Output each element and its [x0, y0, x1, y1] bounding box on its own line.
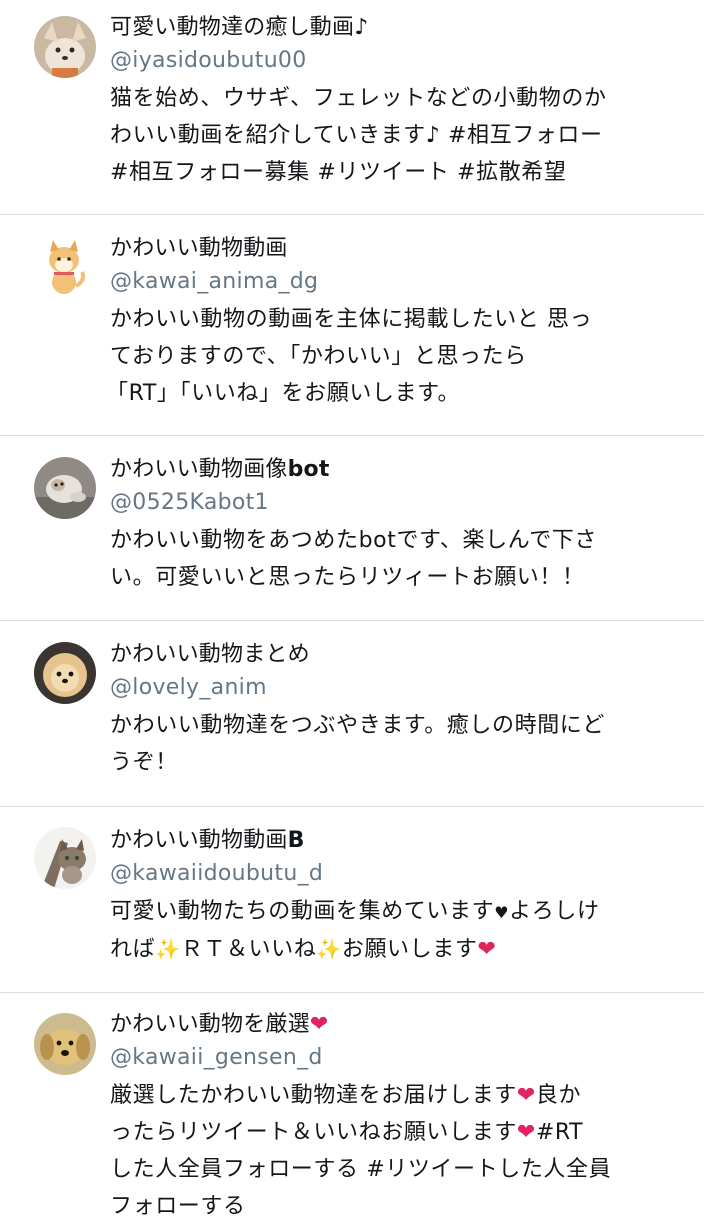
account-name[interactable]: かわいい動物を厳選❤	[110, 1011, 684, 1039]
heart-icon: ❤	[477, 937, 497, 962]
tabby-kitten-avatar[interactable]	[34, 827, 96, 889]
kitten-avatar[interactable]	[34, 457, 96, 519]
account-name[interactable]: かわいい動物画像bot	[110, 456, 684, 484]
golden-retriever-puppy-avatar[interactable]	[34, 1013, 96, 1075]
account-row[interactable]: かわいい動物まとめ @lovely_anim かわいい動物達をつぶやきます。癒し…	[0, 621, 704, 807]
account-handle[interactable]: @kawaii_gensen_d	[110, 1043, 684, 1073]
account-bio: かわいい動物達をつぶやきます。癒しの時間にど うぞ！	[110, 713, 606, 775]
fennec-fox-avatar[interactable]	[34, 16, 96, 78]
account-bio: 厳選したかわいい動物達をお届けします❤良か ったらリツイート＆いいねお願いします…	[110, 1083, 612, 1219]
heart-icon: ❤	[516, 1120, 536, 1145]
account-row[interactable]: かわいい動物動画 @kawai_anima_dg かわいい動物の動画を主体に掲載…	[0, 215, 704, 436]
account-name[interactable]: 可愛い動物達の癒し動画♪	[110, 14, 684, 42]
account-handle[interactable]: @lovely_anim	[110, 673, 684, 703]
account-handle[interactable]: @0525Kabot1	[110, 488, 684, 518]
heart-icon: ❤	[516, 1083, 536, 1108]
sparkles-icon: ✨	[155, 937, 181, 961]
sparkles-icon: ✨	[316, 937, 342, 961]
account-handle[interactable]: @kawaiidoubutu_d	[110, 859, 684, 889]
account-row[interactable]: 可愛い動物達の癒し動画♪ @iyasidoubutu00 猫を始め、ウサギ、フェ…	[0, 0, 704, 215]
account-row[interactable]: かわいい動物画像bot @0525Kabot1 かわいい動物をあつめたbotです…	[0, 436, 704, 621]
account-bio: かわいい動物の動画を主体に掲載したいと 思っ ておりますので、「かわいい」と思っ…	[106, 307, 593, 406]
account-name[interactable]: かわいい動物動画	[110, 235, 684, 263]
account-list: 可愛い動物達の癒し動画♪ @iyasidoubutu00 猫を始め、ウサギ、フェ…	[0, 0, 704, 1219]
account-bio: 可愛い動物たちの動画を集めています♥よろしけ れば✨ＲＴ＆いいね✨お願いします❤	[110, 899, 600, 962]
pomeranian-avatar[interactable]	[34, 642, 96, 704]
account-bio: 猫を始め、ウサギ、フェレットなどの小動物のか わいい動画を紹介していきます♪ #…	[110, 86, 607, 185]
account-row[interactable]: かわいい動物動画B @kawaiidoubutu_d 可愛い動物たちの動画を集め…	[0, 807, 704, 993]
shiba-dog-illustration-avatar[interactable]	[34, 236, 96, 298]
account-handle[interactable]: @iyasidoubutu00	[110, 46, 684, 76]
account-row[interactable]: かわいい動物を厳選❤ @kawaii_gensen_d 厳選したかわいい動物達を…	[0, 993, 704, 1219]
account-name[interactable]: かわいい動物動画B	[110, 827, 684, 855]
account-bio: かわいい動物をあつめたbotです、楽しんで下さ い。可愛いいと思ったらリツィート…	[110, 528, 597, 590]
heart-icon: ❤	[309, 1012, 329, 1037]
small-heart-icon: ♥	[494, 903, 510, 922]
account-handle[interactable]: @kawai_anima_dg	[110, 267, 684, 297]
account-name[interactable]: かわいい動物まとめ	[110, 641, 684, 669]
